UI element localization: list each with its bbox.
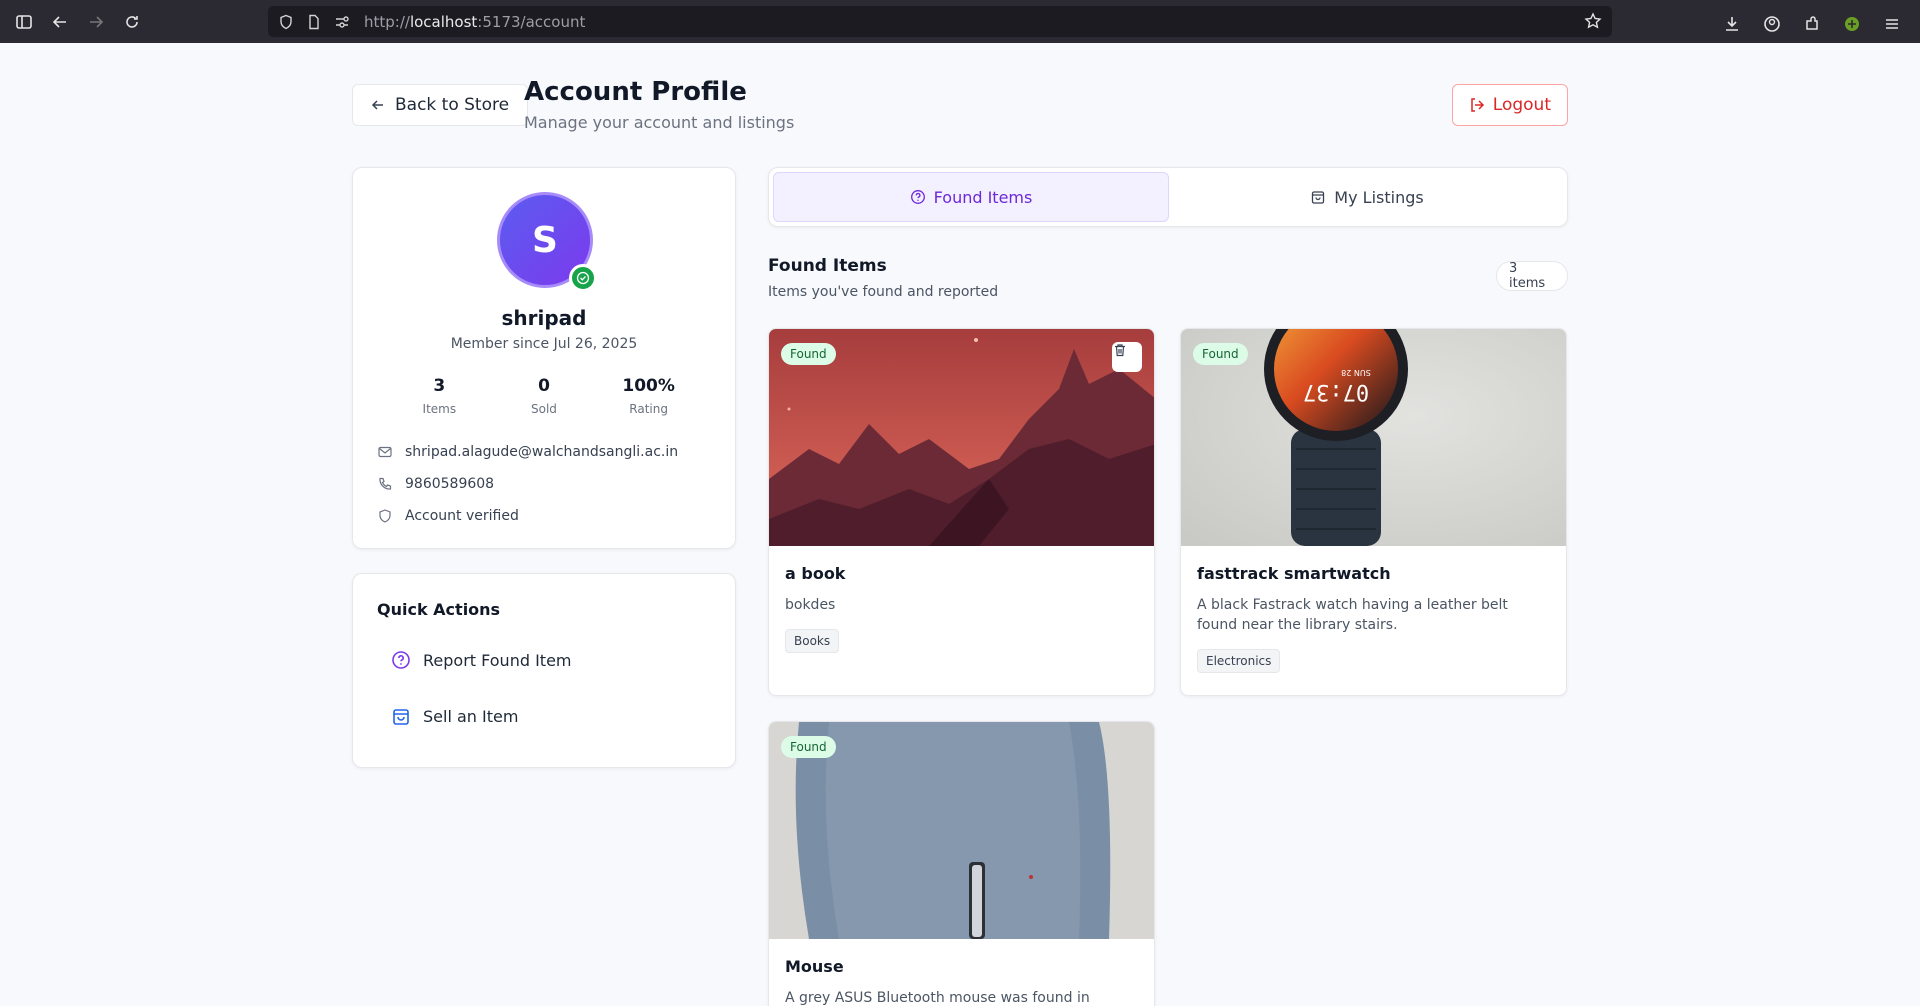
profile-card: S shripad Member since Jul 26, 2025 3 It… <box>352 167 736 549</box>
forward-arrow-icon[interactable] <box>78 4 114 40</box>
category-tag: Books <box>785 629 840 653</box>
shield-icon <box>379 509 391 523</box>
item-card[interactable]: Found Mouse A grey ASUS Bluetooth mouse … <box>768 721 1155 1006</box>
menu-icon[interactable] <box>1874 6 1910 42</box>
url-text: http://localhost:5173/account <box>364 13 585 31</box>
profile-stats: 3 Items 0 Sold 100% Rating <box>353 376 735 416</box>
email-row: shripad.alagude@walchandsangli.ac.in <box>377 436 678 468</box>
trash-icon <box>1115 344 1125 357</box>
watch-time: 07:37 <box>1303 379 1369 404</box>
quick-actions-title: Quick Actions <box>377 600 501 619</box>
extension-badge-icon[interactable] <box>1834 6 1870 42</box>
downloads-icon[interactable] <box>1714 6 1750 42</box>
phone-text: 9860589608 <box>405 476 495 492</box>
browser-toolbar: http://localhost:5173/account <box>0 0 1920 43</box>
verified-text: Account verified <box>405 508 519 524</box>
bookmark-star-icon[interactable] <box>1584 12 1602 30</box>
stat-sold: 0 Sold <box>504 376 584 416</box>
account-icon[interactable] <box>1754 6 1790 42</box>
url-host: localhost <box>409 12 478 31</box>
category-tag: Electronics <box>1197 649 1281 673</box>
tabs-bar: Found Items My Listings <box>768 167 1568 227</box>
section-subtitle: Items you've found and reported <box>768 284 999 300</box>
email-text: shripad.alagude@walchandsangli.ac.in <box>405 444 679 460</box>
tab-found-items-label: Found Items <box>933 187 1033 207</box>
tab-my-listings-label: My Listings <box>1334 187 1424 207</box>
shopping-bag-icon <box>393 709 409 725</box>
stat-rating: 100% Rating <box>609 376 689 416</box>
shield-icon <box>280 14 292 29</box>
contact-list: shripad.alagude@walchandsangli.ac.in 986… <box>377 436 678 532</box>
stat-value: 3 <box>433 376 446 396</box>
address-bar[interactable]: http://localhost:5173/account <box>268 6 1612 37</box>
stat-value: 100% <box>622 376 675 396</box>
report-found-item-button[interactable]: Report Found Item <box>391 650 572 670</box>
item-card[interactable]: Found a book bokdes Books <box>768 328 1155 696</box>
shopping-bag-icon <box>1312 191 1325 204</box>
item-image: Found <box>769 329 1154 546</box>
found-badge: Found <box>781 736 836 758</box>
item-card[interactable]: 07:37 SUN 28 Found fasttrack smartwatch … <box>1180 328 1567 696</box>
avatar-initial: S <box>532 219 558 261</box>
phone-icon <box>379 477 392 490</box>
logout-label: Logout <box>1492 95 1551 115</box>
help-circle-icon <box>910 190 925 204</box>
back-to-store-button[interactable]: Back to Store <box>352 84 529 126</box>
item-title: fasttrack smartwatch <box>1197 564 1391 583</box>
verified-row: Account verified <box>377 500 678 532</box>
section-title: Found Items <box>768 256 887 276</box>
member-since: Member since Jul 26, 2025 <box>450 336 638 352</box>
delete-button[interactable] <box>1112 342 1142 372</box>
page-subtitle: Manage your account and listings <box>524 113 795 132</box>
url-path: :5173/account <box>477 12 586 31</box>
stat-value: 0 <box>538 376 550 396</box>
mail-icon <box>378 446 392 458</box>
sell-item-button[interactable]: Sell an Item <box>391 706 518 726</box>
back-to-store-label: Back to Store <box>395 95 510 115</box>
logout-icon <box>1471 98 1484 112</box>
report-found-item-label: Report Found Item <box>423 650 572 670</box>
phone-row: 9860589608 <box>377 468 678 500</box>
logout-button[interactable]: Logout <box>1451 84 1568 126</box>
watch-date: SUN 28 <box>1341 368 1371 377</box>
found-badge: Found <box>781 343 836 365</box>
tab-found-items[interactable]: Found Items <box>773 172 1169 222</box>
account-page: Back to Store Account Profile Manage you… <box>352 43 1568 1006</box>
page-icon <box>309 14 319 29</box>
extensions-icon[interactable] <box>1794 6 1830 42</box>
arrow-left-icon <box>371 100 383 110</box>
stat-label: Sold <box>531 402 557 416</box>
stat-label: Items <box>422 402 457 416</box>
page-header: Back to Store Account Profile Manage you… <box>352 43 1568 163</box>
item-count-badge: 3 items <box>1496 261 1568 291</box>
url-prefix: http:// <box>364 12 410 31</box>
item-description: A grey ASUS Bluetooth mouse was found in… <box>785 990 1090 1006</box>
username: shripad <box>501 306 587 330</box>
title-block: Account Profile Manage your account and … <box>524 77 794 132</box>
sidebar-toggle-icon[interactable] <box>6 4 42 40</box>
tab-my-listings[interactable]: My Listings <box>1169 172 1565 222</box>
found-badge: Found <box>1193 343 1248 365</box>
page-title: Account Profile <box>524 77 747 107</box>
item-title: a book <box>785 564 846 583</box>
help-circle-icon <box>392 651 410 669</box>
verified-check-icon <box>569 264 597 292</box>
item-description: bokdes <box>785 597 836 613</box>
item-title: Mouse <box>785 957 844 976</box>
item-image: Found <box>769 722 1154 939</box>
back-arrow-icon[interactable] <box>42 4 78 40</box>
sell-item-label: Sell an Item <box>423 706 519 726</box>
reload-icon[interactable] <box>114 4 150 40</box>
permissions-icon <box>336 15 349 28</box>
item-image: 07:37 SUN 28 Found <box>1181 329 1566 546</box>
stat-items: 3 Items <box>399 376 479 416</box>
item-description: A black Fastrack watch having a leather … <box>1197 597 1508 633</box>
quick-actions-card: Quick Actions Report Found Item Sell an … <box>352 573 736 768</box>
stat-label: Rating <box>629 402 668 416</box>
